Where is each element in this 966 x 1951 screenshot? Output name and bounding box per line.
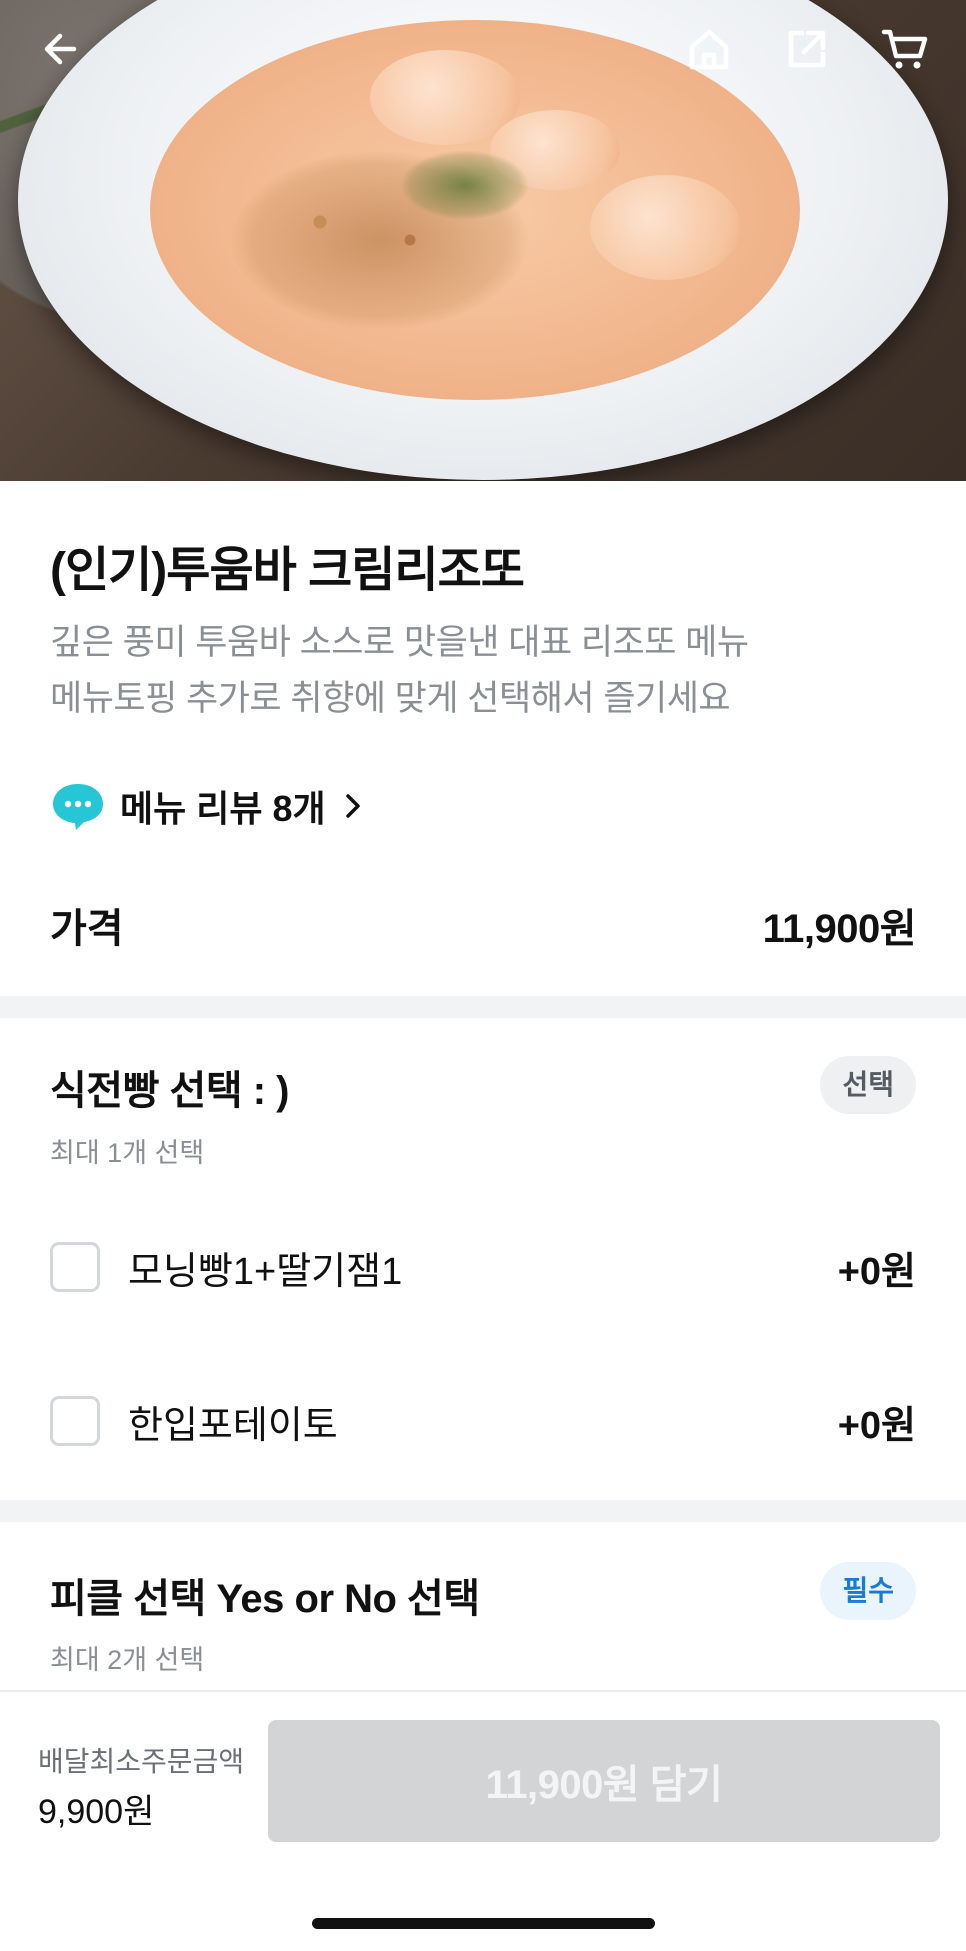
option-row[interactable]: 모닝빵1+딸기잼1 +0원	[50, 1232, 916, 1302]
min-order-label: 배달최소주문금액	[38, 1746, 245, 1777]
top-nav-bar	[0, 0, 966, 100]
review-count-label: 메뉴 리뷰 8개	[120, 788, 326, 829]
menu-review-link[interactable]: 메뉴 리뷰 8개	[50, 778, 364, 834]
add-to-cart-button[interactable]: 11,900원 담기	[268, 1720, 940, 1842]
option-checkbox[interactable]	[50, 1396, 100, 1446]
speech-bubble-icon	[53, 784, 103, 830]
option-group-subtitle: 최대 2개 선택	[50, 1645, 205, 1675]
option-checkbox[interactable]	[50, 1242, 100, 1292]
home-icon[interactable]	[684, 24, 734, 74]
option-price: +0원	[837, 1404, 916, 1447]
photo-parsley	[400, 150, 530, 220]
arrow-left-icon[interactable]	[36, 24, 86, 74]
section-divider	[0, 996, 966, 1018]
photo-shrimp	[590, 175, 740, 280]
description-line: 메뉴토핑 추가로 취향에 맞게 선택해서 즐기세요	[50, 679, 731, 718]
product-title: (인기)투움바 크림리조또	[50, 544, 525, 597]
option-row[interactable]: 한입포테이토 +0원	[50, 1386, 916, 1456]
option-group-title: 식전빵 선택 : )	[50, 1069, 289, 1113]
price-value: 11,900원	[762, 907, 917, 951]
chevron-right-icon	[345, 794, 360, 818]
required-badge: 필수	[820, 1562, 916, 1620]
share-external-icon[interactable]	[782, 24, 832, 74]
description-line: 깊은 풍미 투움바 소스로 맛을낸 대표 리조또 메뉴	[50, 623, 749, 662]
cart-icon[interactable]	[880, 24, 930, 74]
option-group-title: 피클 선택 Yes or No 선택	[50, 1577, 480, 1621]
home-indicator	[312, 1918, 655, 1929]
option-group-subtitle: 최대 1개 선택	[50, 1138, 205, 1168]
section-divider	[0, 1500, 966, 1522]
option-label: 모닝빵1+딸기잼1	[128, 1250, 403, 1293]
min-order-value: 9,900원	[38, 1793, 155, 1831]
option-label: 한입포테이토	[128, 1404, 338, 1447]
product-description: 깊은 풍미 투움바 소스로 맛을낸 대표 리조또 메뉴 메뉴토핑 추가로 취향에…	[50, 615, 910, 727]
bottom-order-bar: 배달최소주문금액 9,900원 11,900원 담기	[0, 1690, 966, 1951]
option-price: +0원	[837, 1250, 916, 1293]
optional-badge: 선택	[820, 1056, 916, 1114]
price-label: 가격	[50, 907, 124, 951]
